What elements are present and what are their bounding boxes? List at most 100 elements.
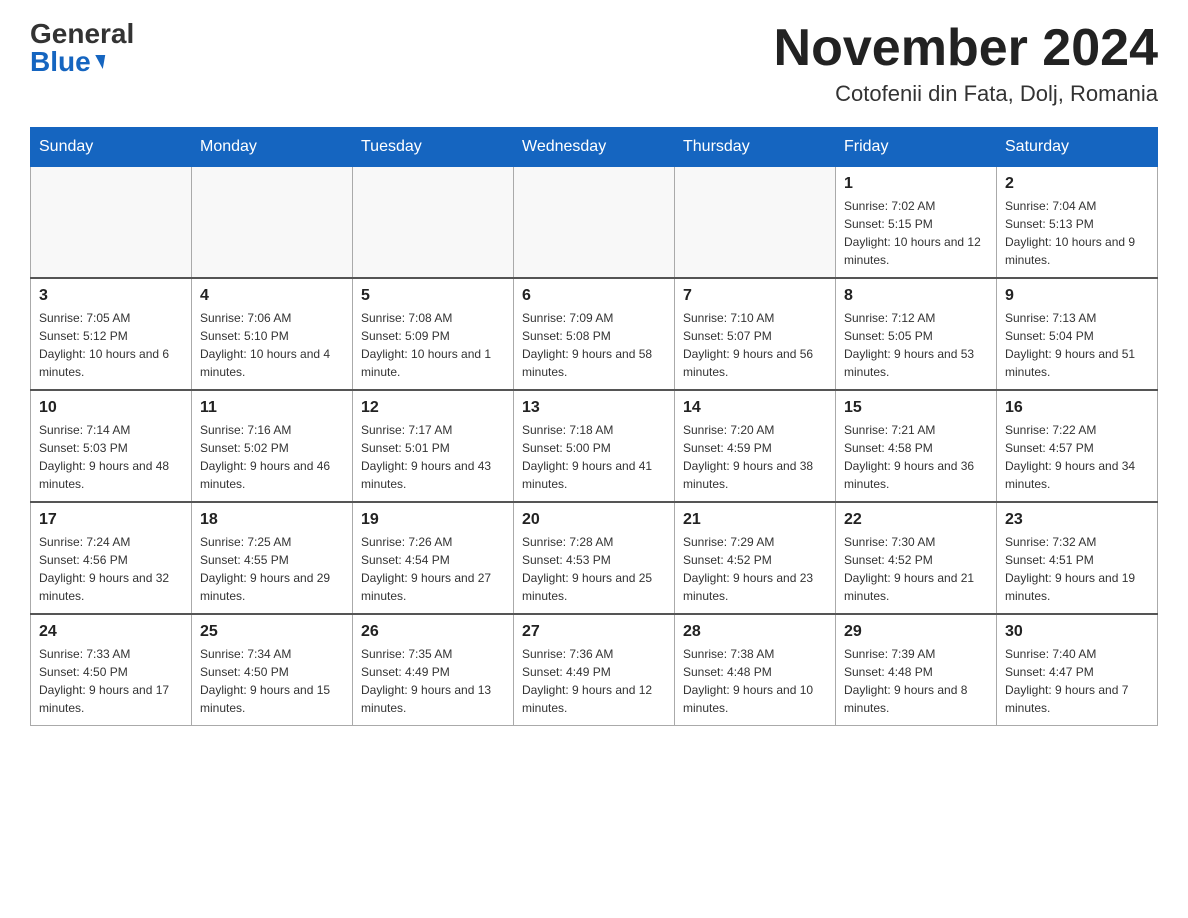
col-tuesday: Tuesday (353, 128, 514, 167)
day-number: 25 (200, 623, 344, 641)
calendar-cell: 6 Sunrise: 7:09 AMSunset: 5:08 PMDaylight… (514, 278, 675, 390)
day-number: 17 (39, 511, 183, 529)
logo: General Blue (30, 20, 134, 76)
calendar-week-row: 1 Sunrise: 7:02 AMSunset: 5:15 PMDaylight… (31, 167, 1158, 279)
day-info: Sunrise: 7:25 AMSunset: 4:55 PMDaylight:… (200, 533, 344, 605)
calendar-week-row: 24Sunrise: 7:33 AMSunset: 4:50 PMDayligh… (31, 614, 1158, 726)
logo-blue-text: Blue (30, 48, 91, 76)
day-number: 16 (1005, 399, 1149, 417)
day-number: 22 (844, 511, 988, 529)
day-info: Sunrise: 7:17 AMSunset: 5:01 PMDaylight:… (361, 421, 505, 493)
calendar-cell: 24Sunrise: 7:33 AMSunset: 4:50 PMDayligh… (31, 614, 192, 726)
calendar-cell: 10 Sunrise: 7:14 AMSunset: 5:03 PMDayligh… (31, 390, 192, 502)
calendar-cell: 5 Sunrise: 7:08 AMSunset: 5:09 PMDaylight… (353, 278, 514, 390)
day-info: Sunrise: 7:36 AMSunset: 4:49 PMDaylight:… (522, 645, 666, 717)
col-sunday: Sunday (31, 128, 192, 167)
calendar-cell: 23Sunrise: 7:32 AMSunset: 4:51 PMDayligh… (997, 502, 1158, 614)
day-info: Sunrise: 7:12 AMSunset: 5:05 PMDaylight:… (844, 309, 988, 381)
page-header: General Blue November 2024 Cotofenii din… (30, 20, 1158, 107)
day-number: 28 (683, 623, 827, 641)
day-info: Sunrise: 7:39 AMSunset: 4:48 PMDaylight:… (844, 645, 988, 717)
calendar-cell: 30 Sunrise: 7:40 AMSunset: 4:47 PMDayligh… (997, 614, 1158, 726)
calendar-cell (514, 167, 675, 279)
day-number: 6 (522, 287, 666, 305)
calendar-cell: 7Sunrise: 7:10 AMSunset: 5:07 PMDaylight… (675, 278, 836, 390)
calendar-week-row: 3 Sunrise: 7:05 AMSunset: 5:12 PMDaylight… (31, 278, 1158, 390)
day-number: 19 (361, 511, 505, 529)
calendar-title: November 2024 (774, 20, 1158, 77)
col-thursday: Thursday (675, 128, 836, 167)
weekday-header-row: Sunday Monday Tuesday Wednesday Thursday… (31, 128, 1158, 167)
day-info: Sunrise: 7:08 AMSunset: 5:09 PMDaylight:… (361, 309, 505, 381)
title-block: November 2024 Cotofenii din Fata, Dolj, … (774, 20, 1158, 107)
day-info: Sunrise: 7:13 AMSunset: 5:04 PMDaylight:… (1005, 309, 1149, 381)
calendar-cell: 13 Sunrise: 7:18 AMSunset: 5:00 PMDayligh… (514, 390, 675, 502)
calendar-cell: 22Sunrise: 7:30 AMSunset: 4:52 PMDayligh… (836, 502, 997, 614)
day-info: Sunrise: 7:20 AMSunset: 4:59 PMDaylight:… (683, 421, 827, 493)
calendar-cell: 1 Sunrise: 7:02 AMSunset: 5:15 PMDaylight… (836, 167, 997, 279)
day-info: Sunrise: 7:21 AMSunset: 4:58 PMDaylight:… (844, 421, 988, 493)
day-number: 2 (1005, 175, 1149, 193)
day-info: Sunrise: 7:28 AMSunset: 4:53 PMDaylight:… (522, 533, 666, 605)
day-number: 1 (844, 175, 988, 193)
day-number: 30 (1005, 623, 1149, 641)
calendar-cell (31, 167, 192, 279)
day-info: Sunrise: 7:35 AMSunset: 4:49 PMDaylight:… (361, 645, 505, 717)
calendar-cell: 2 Sunrise: 7:04 AMSunset: 5:13 PMDaylight… (997, 167, 1158, 279)
calendar-header: Sunday Monday Tuesday Wednesday Thursday… (31, 128, 1158, 167)
day-info: Sunrise: 7:34 AMSunset: 4:50 PMDaylight:… (200, 645, 344, 717)
day-number: 15 (844, 399, 988, 417)
col-friday: Friday (836, 128, 997, 167)
day-info: Sunrise: 7:05 AMSunset: 5:12 PMDaylight:… (39, 309, 183, 381)
day-number: 26 (361, 623, 505, 641)
calendar-week-row: 10 Sunrise: 7:14 AMSunset: 5:03 PMDayligh… (31, 390, 1158, 502)
day-number: 27 (522, 623, 666, 641)
calendar-cell: 28 Sunrise: 7:38 AMSunset: 4:48 PMDayligh… (675, 614, 836, 726)
day-info: Sunrise: 7:09 AMSunset: 5:08 PMDaylight:… (522, 309, 666, 381)
day-number: 11 (200, 399, 344, 417)
calendar-cell: 17 Sunrise: 7:24 AMSunset: 4:56 PMDayligh… (31, 502, 192, 614)
day-info: Sunrise: 7:04 AMSunset: 5:13 PMDaylight:… (1005, 197, 1149, 269)
calendar-cell: 27 Sunrise: 7:36 AMSunset: 4:49 PMDayligh… (514, 614, 675, 726)
calendar-cell: 8Sunrise: 7:12 AMSunset: 5:05 PMDaylight… (836, 278, 997, 390)
day-number: 10 (39, 399, 183, 417)
day-info: Sunrise: 7:33 AMSunset: 4:50 PMDaylight:… (39, 645, 183, 717)
logo-general-text: General (30, 20, 134, 48)
day-number: 4 (200, 287, 344, 305)
calendar-cell: 25 Sunrise: 7:34 AMSunset: 4:50 PMDayligh… (192, 614, 353, 726)
day-info: Sunrise: 7:10 AMSunset: 5:07 PMDaylight:… (683, 309, 827, 381)
calendar-cell: 11 Sunrise: 7:16 AMSunset: 5:02 PMDayligh… (192, 390, 353, 502)
calendar-cell (192, 167, 353, 279)
calendar-location: Cotofenii din Fata, Dolj, Romania (774, 81, 1158, 107)
day-number: 13 (522, 399, 666, 417)
calendar-cell (675, 167, 836, 279)
calendar-cell: 4 Sunrise: 7:06 AMSunset: 5:10 PMDaylight… (192, 278, 353, 390)
day-info: Sunrise: 7:16 AMSunset: 5:02 PMDaylight:… (200, 421, 344, 493)
day-info: Sunrise: 7:29 AMSunset: 4:52 PMDaylight:… (683, 533, 827, 605)
day-number: 12 (361, 399, 505, 417)
calendar-cell: 21 Sunrise: 7:29 AMSunset: 4:52 PMDayligh… (675, 502, 836, 614)
day-number: 20 (522, 511, 666, 529)
day-number: 21 (683, 511, 827, 529)
calendar-cell: 15 Sunrise: 7:21 AMSunset: 4:58 PMDayligh… (836, 390, 997, 502)
day-info: Sunrise: 7:26 AMSunset: 4:54 PMDaylight:… (361, 533, 505, 605)
calendar-cell: 3 Sunrise: 7:05 AMSunset: 5:12 PMDaylight… (31, 278, 192, 390)
day-info: Sunrise: 7:14 AMSunset: 5:03 PMDaylight:… (39, 421, 183, 493)
calendar-cell: 19 Sunrise: 7:26 AMSunset: 4:54 PMDayligh… (353, 502, 514, 614)
day-info: Sunrise: 7:38 AMSunset: 4:48 PMDaylight:… (683, 645, 827, 717)
day-number: 29 (844, 623, 988, 641)
col-wednesday: Wednesday (514, 128, 675, 167)
day-info: Sunrise: 7:02 AMSunset: 5:15 PMDaylight:… (844, 197, 988, 269)
day-info: Sunrise: 7:24 AMSunset: 4:56 PMDaylight:… (39, 533, 183, 605)
calendar-cell: 12 Sunrise: 7:17 AMSunset: 5:01 PMDayligh… (353, 390, 514, 502)
day-info: Sunrise: 7:18 AMSunset: 5:00 PMDaylight:… (522, 421, 666, 493)
day-info: Sunrise: 7:06 AMSunset: 5:10 PMDaylight:… (200, 309, 344, 381)
day-number: 23 (1005, 511, 1149, 529)
calendar-cell: 16Sunrise: 7:22 AMSunset: 4:57 PMDayligh… (997, 390, 1158, 502)
day-info: Sunrise: 7:40 AMSunset: 4:47 PMDaylight:… (1005, 645, 1149, 717)
day-number: 5 (361, 287, 505, 305)
calendar-cell: 29 Sunrise: 7:39 AMSunset: 4:48 PMDayligh… (836, 614, 997, 726)
calendar-week-row: 17 Sunrise: 7:24 AMSunset: 4:56 PMDayligh… (31, 502, 1158, 614)
day-number: 3 (39, 287, 183, 305)
day-number: 14 (683, 399, 827, 417)
